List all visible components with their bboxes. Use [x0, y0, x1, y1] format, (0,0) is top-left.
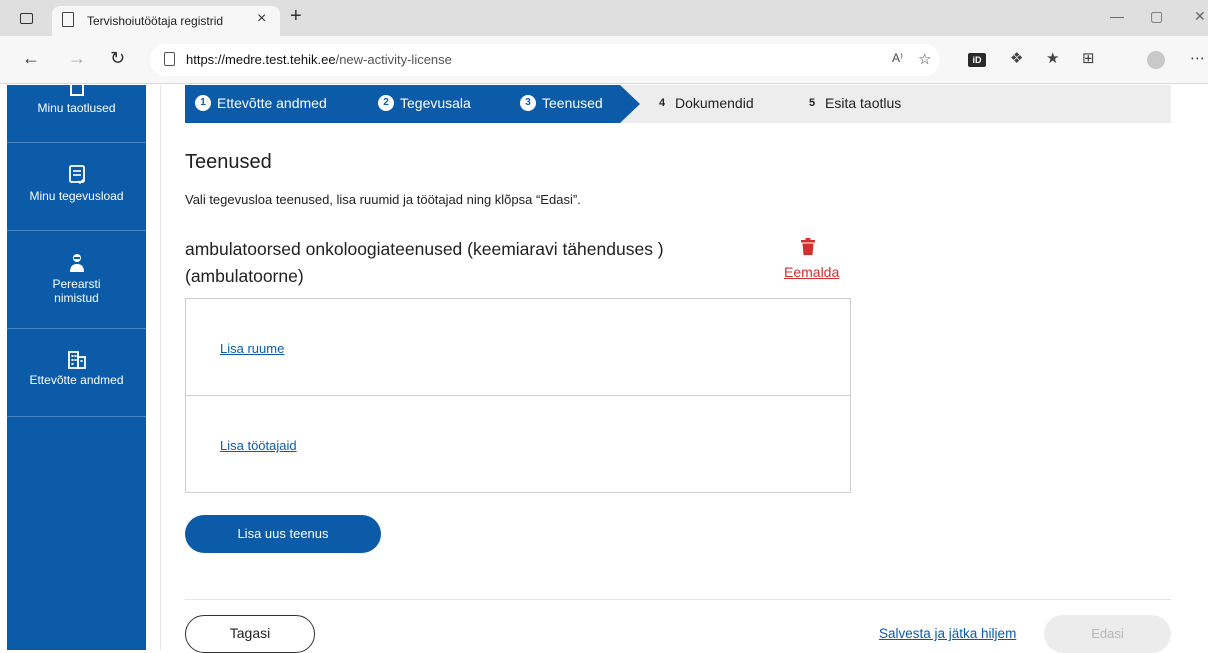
step-number: 3 [520, 95, 536, 111]
refresh-icon[interactable]: ↻ [110, 48, 125, 69]
more-icon[interactable]: ⋯ [1190, 49, 1205, 67]
checklist-icon [68, 165, 85, 185]
step-label: Ettevõtte andmed [217, 95, 327, 111]
step-5: 5 Esita taotlus [805, 95, 901, 111]
document-icon [69, 85, 84, 96]
sidebar: Minu taotlused Minu tegevusload Perearst… [7, 85, 146, 650]
page-title: Teenused [185, 151, 272, 173]
step-label: Dokumendid [675, 95, 754, 111]
close-window-icon[interactable]: ✕ [1194, 8, 1206, 25]
url-path: /new-activity-license [335, 52, 452, 67]
progress-stepper: 1 Ettevõtte andmed 2 Tegevusala 3 Teenus… [185, 85, 1171, 123]
trash-icon[interactable] [801, 238, 815, 255]
add-rooms-link[interactable]: Lisa ruume [220, 341, 284, 356]
favorite-icon[interactable]: ☆ [918, 50, 931, 68]
footer-divider [185, 599, 1171, 600]
url-host: https://medre.test.tehik.ee [186, 52, 336, 67]
sidebar-item-perearsti-nimistud[interactable]: Perearsti nimistud [7, 231, 146, 329]
next-button[interactable]: Edasi [1044, 615, 1171, 653]
remove-service-link[interactable]: Eemalda [784, 264, 839, 280]
service-title: ambulatoorsed onkoloogiateenused (keemia… [185, 236, 745, 290]
maximize-icon[interactable]: ▢ [1150, 8, 1163, 25]
sidebar-item-label: Ettevõtte andmed [29, 373, 124, 387]
step-label: Esita taotlus [825, 95, 902, 111]
profile-avatar[interactable] [1147, 51, 1165, 69]
panel-divider [186, 395, 850, 396]
url-field[interactable]: https://medre.test.tehik.ee/new-activity… [150, 44, 940, 76]
extensions-icon[interactable]: ❖ [1010, 49, 1023, 67]
close-tab-icon[interactable]: × [257, 10, 266, 28]
tab-title: Tervishoiutöötaja registrid [87, 14, 224, 28]
new-tab-button[interactable]: + [290, 5, 302, 28]
step-4: 4 Dokumendid [655, 95, 754, 111]
step-number: 2 [378, 95, 394, 111]
tab-actions-icon[interactable] [20, 13, 33, 24]
sidebar-item-label: Minu tegevusload [29, 189, 124, 203]
back-icon[interactable]: ← [22, 48, 40, 69]
browser-tab-bar: Tervishoiutöötaja registrid × + — ▢ ✕ [0, 0, 1208, 36]
forward-icon[interactable]: → [68, 48, 86, 69]
step-number: 5 [808, 97, 816, 109]
read-aloud-icon[interactable]: A⁾ [892, 51, 903, 65]
service-title-line1: ambulatoorsed onkoloogiateenused (keemia… [185, 239, 664, 259]
step-3[interactable]: 3 Teenused [520, 95, 603, 111]
minimize-icon[interactable]: — [1110, 8, 1124, 24]
id-card-extension-icon[interactable]: iD [968, 53, 986, 67]
building-icon [67, 351, 86, 369]
address-bar: ← → ↻ https://medre.test.tehik.ee/new-ac… [0, 36, 1208, 84]
step-1[interactable]: 1 Ettevõtte andmed [195, 95, 327, 111]
lock-icon [164, 52, 175, 66]
collections-icon[interactable]: ⊞ [1082, 49, 1095, 67]
url-text: https://medre.test.tehik.ee/new-activity… [186, 52, 452, 67]
step-number: 1 [195, 95, 211, 111]
sidebar-item-ettevotte-andmed[interactable]: Ettevõtte andmed [7, 329, 146, 417]
service-title-line2: (ambulatoorne) [185, 266, 304, 286]
main-content: 1 Ettevõtte andmed 2 Tegevusala 3 Teenus… [160, 85, 1208, 653]
favorites-icon[interactable]: ★ [1046, 49, 1059, 67]
sidebar-item-label: Perearsti nimistud [52, 277, 101, 305]
page-icon [62, 12, 74, 27]
service-details-panel: Lisa ruume Lisa töötajaid [185, 298, 851, 493]
add-service-button[interactable]: Lisa uus teenus [185, 515, 381, 553]
sidebar-item-minu-taotlused[interactable]: Minu taotlused [7, 85, 146, 143]
step-2[interactable]: 2 Tegevusala [378, 95, 471, 111]
step-number: 4 [658, 97, 666, 109]
sidebar-item-minu-tegevusload[interactable]: Minu tegevusload [7, 143, 146, 231]
save-and-continue-later-link[interactable]: Salvesta ja jätka hiljem [879, 626, 1016, 641]
browser-tab[interactable]: Tervishoiutöötaja registrid × [52, 6, 280, 36]
doctor-icon [69, 254, 84, 272]
step-label: Tegevusala [400, 95, 471, 111]
sidebar-item-label: Minu taotlused [37, 101, 116, 115]
back-button[interactable]: Tagasi [185, 615, 315, 653]
page-intro: Vali tegevusloa teenused, lisa ruumid ja… [185, 192, 581, 207]
add-staff-link[interactable]: Lisa töötajaid [220, 438, 297, 453]
step-label: Teenused [542, 95, 603, 111]
